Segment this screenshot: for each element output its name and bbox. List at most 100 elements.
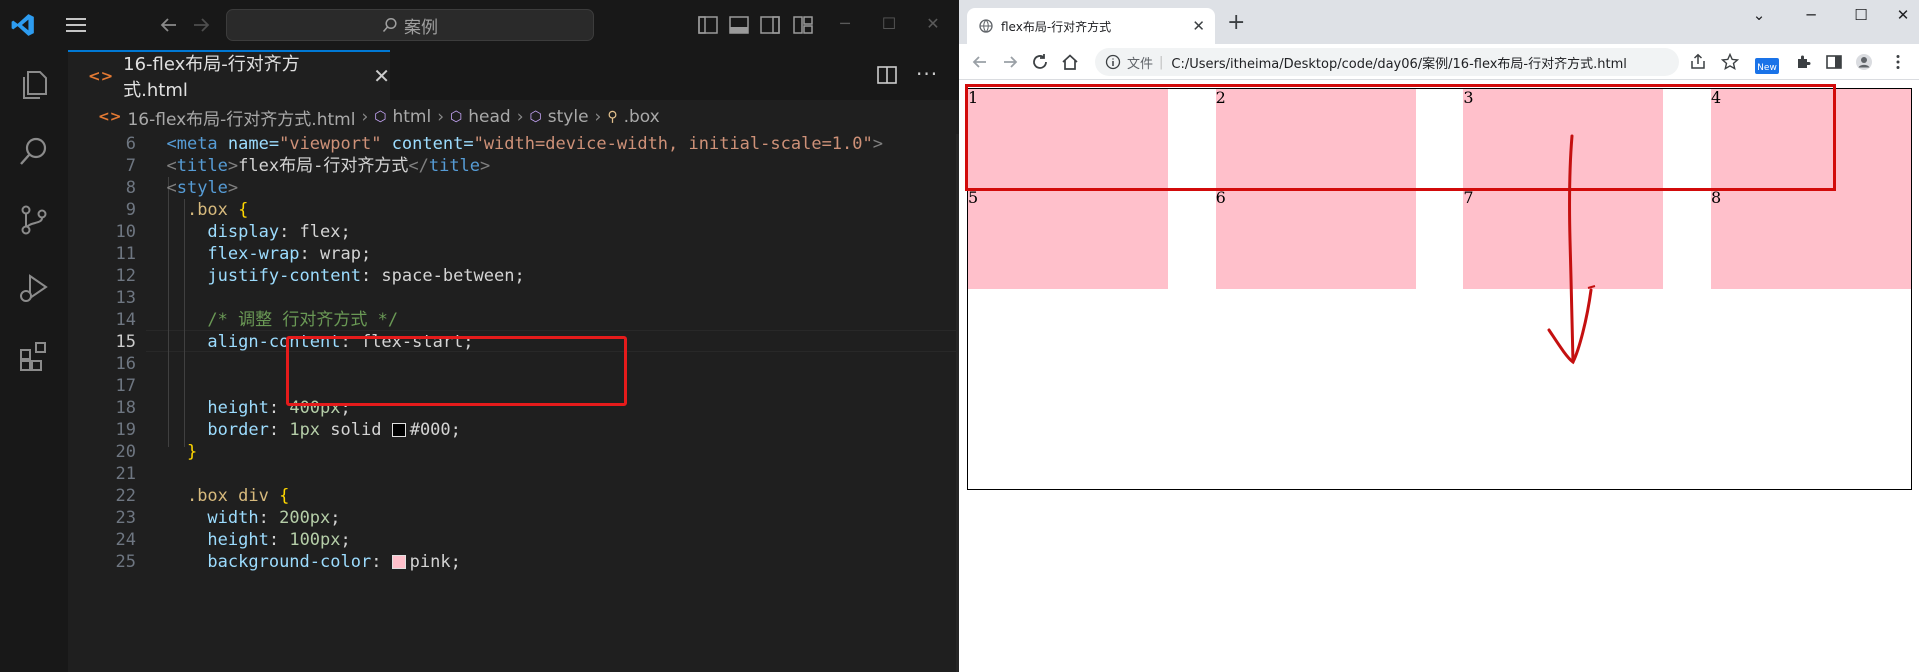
browser-tab-strip: flex布局-行对齐方式 ✕ + ⌄ ─ ☐ ✕ xyxy=(959,0,1919,44)
code-line-6: <meta name="viewport" content="width=dev… xyxy=(166,134,883,154)
close-tab-icon[interactable]: ✕ xyxy=(373,64,390,88)
code-line-19: border: 1px solid #000; xyxy=(207,420,461,440)
code-area[interactable]: <meta name="viewport" content="width=dev… xyxy=(146,134,959,672)
breadcrumb-item-head[interactable]: head xyxy=(468,107,510,127)
address-bar[interactable]: 文件 | C:/Users/itheima/Desktop/code/day06… xyxy=(1095,48,1679,76)
address-text[interactable]: C:/Users/itheima/Desktop/code/day06/案例/1… xyxy=(1171,53,1626,72)
breadcrumb-file[interactable]: 16-flex布局-行对齐方式.html xyxy=(127,105,355,130)
code-line-7: <title>flex布局-行对齐方式</title> xyxy=(166,156,491,176)
bookmark-star-icon[interactable] xyxy=(1721,53,1739,71)
new-feature-badge[interactable]: New xyxy=(1755,58,1779,74)
red-annotation-box xyxy=(286,336,627,406)
source-control-icon[interactable] xyxy=(16,202,52,238)
close-window-button[interactable]: ✕ xyxy=(921,12,945,36)
code-line-9: .box { xyxy=(186,200,249,220)
line-number: 9 xyxy=(125,200,136,220)
code-line-11: flex-wrap: wrap; xyxy=(207,244,372,264)
tab-title: 16-flex布局-行对齐方式.html xyxy=(123,54,300,101)
line-number: 23 xyxy=(115,508,136,528)
line-number: 22 xyxy=(115,486,136,506)
code-line-10: display: flex; xyxy=(207,222,351,242)
search-text: 案例 xyxy=(404,17,438,38)
close-tab-icon[interactable]: ✕ xyxy=(1192,17,1205,35)
browser-toolbar: 文件 | C:/Users/itheima/Desktop/code/day06… xyxy=(959,44,1919,80)
code-line-25: background-color: pink; xyxy=(207,552,461,572)
new-tab-button[interactable]: + xyxy=(1227,10,1245,35)
line-number: 17 xyxy=(115,376,136,396)
html-file-icon: <> xyxy=(88,67,114,85)
line-number: 16 xyxy=(115,354,136,374)
chevron-right-icon: › xyxy=(361,107,369,127)
line-number-active: 15 xyxy=(115,332,136,352)
search-icon[interactable] xyxy=(16,134,52,170)
search-icon xyxy=(382,17,397,32)
code-editor[interactable]: 6 7 8 9 10 11 12 13 14 15 16 17 18 19 20… xyxy=(68,134,959,672)
color-swatch[interactable] xyxy=(391,423,406,437)
chevron-right-icon: › xyxy=(437,107,445,127)
close-window-button[interactable]: ✕ xyxy=(1891,6,1915,24)
command-center-search[interactable]: 案例 xyxy=(226,9,594,41)
file-scheme-label: 文件 xyxy=(1127,56,1154,72)
extensions-icon[interactable] xyxy=(16,338,52,374)
menu-kebab-icon[interactable] xyxy=(1889,53,1907,71)
back-icon[interactable] xyxy=(969,51,991,73)
chevron-right-icon: › xyxy=(594,107,602,127)
split-editor-icon[interactable] xyxy=(876,64,898,86)
minimize-button[interactable]: ─ xyxy=(1799,6,1823,24)
title-bar: 案例 ─ ☐ ✕ xyxy=(0,0,959,50)
tab-search-icon[interactable]: ⌄ xyxy=(1747,6,1771,24)
vscode-window: 案例 ─ ☐ ✕ <> 16-flex布局-行对齐方式.html ✕ ··· <… xyxy=(0,0,959,672)
reload-icon[interactable] xyxy=(1029,51,1051,73)
code-line-22: .box div { xyxy=(186,486,290,506)
maximize-button[interactable]: ☐ xyxy=(877,12,901,36)
forward-arrow-icon[interactable] xyxy=(190,14,212,36)
line-number: 11 xyxy=(115,244,136,264)
side-panel-icon[interactable] xyxy=(1825,53,1843,71)
globe-icon xyxy=(979,19,993,33)
breadcrumb-item-style[interactable]: style xyxy=(548,107,589,127)
toggle-sidebar-icon[interactable] xyxy=(697,14,719,36)
share-icon[interactable] xyxy=(1689,53,1707,71)
more-actions-icon[interactable]: ··· xyxy=(916,62,938,86)
breadcrumb-item-box[interactable]: .box xyxy=(624,107,660,127)
code-line-23: width: 200px; xyxy=(207,508,341,528)
element-icon: ⬡ xyxy=(450,109,463,125)
toggle-panel-icon[interactable] xyxy=(728,14,750,36)
chevron-right-icon: › xyxy=(516,107,524,127)
line-number: 20 xyxy=(115,442,136,462)
color-swatch[interactable] xyxy=(391,555,406,569)
home-icon[interactable] xyxy=(1059,51,1081,73)
browser-tab[interactable]: flex布局-行对齐方式 ✕ xyxy=(967,8,1215,44)
minimize-button[interactable]: ─ xyxy=(833,12,857,36)
hamburger-menu-icon[interactable] xyxy=(64,14,88,36)
code-line-20: } xyxy=(186,442,198,462)
info-icon[interactable] xyxy=(1105,54,1121,70)
element-icon: ⬡ xyxy=(529,109,542,125)
breadcrumb-item-html[interactable]: html xyxy=(392,107,431,127)
line-number: 24 xyxy=(115,530,136,550)
editor-tab[interactable]: <> 16-flex布局-行对齐方式.html ✕ xyxy=(68,50,390,101)
line-number: 18 xyxy=(115,398,136,418)
line-number: 25 xyxy=(115,552,136,572)
extensions-puzzle-icon[interactable] xyxy=(1795,53,1813,71)
line-number: 14 xyxy=(115,310,136,330)
line-number: 10 xyxy=(115,222,136,242)
css-selector-icon: ⚲ xyxy=(607,109,618,125)
explorer-icon[interactable] xyxy=(16,66,52,102)
line-number: 8 xyxy=(125,178,136,198)
page-viewport: 1 2 3 4 5 6 7 8 xyxy=(959,80,1919,672)
customize-layout-icon[interactable] xyxy=(792,14,814,36)
line-number: 12 xyxy=(115,266,136,286)
forward-icon[interactable] xyxy=(999,51,1021,73)
run-debug-icon[interactable] xyxy=(16,270,52,306)
line-number: 6 xyxy=(125,134,136,154)
maximize-button[interactable]: ☐ xyxy=(1849,6,1873,24)
vscode-logo-icon[interactable] xyxy=(10,12,36,38)
new-badge-text: New xyxy=(1757,63,1777,73)
toggle-secondary-sidebar-icon[interactable] xyxy=(759,14,781,36)
line-number: 21 xyxy=(115,464,136,484)
profile-avatar-icon[interactable] xyxy=(1855,53,1873,71)
back-arrow-icon[interactable] xyxy=(158,14,180,36)
code-line-12: justify-content: space-between; xyxy=(207,266,525,286)
line-number: 13 xyxy=(115,288,136,308)
